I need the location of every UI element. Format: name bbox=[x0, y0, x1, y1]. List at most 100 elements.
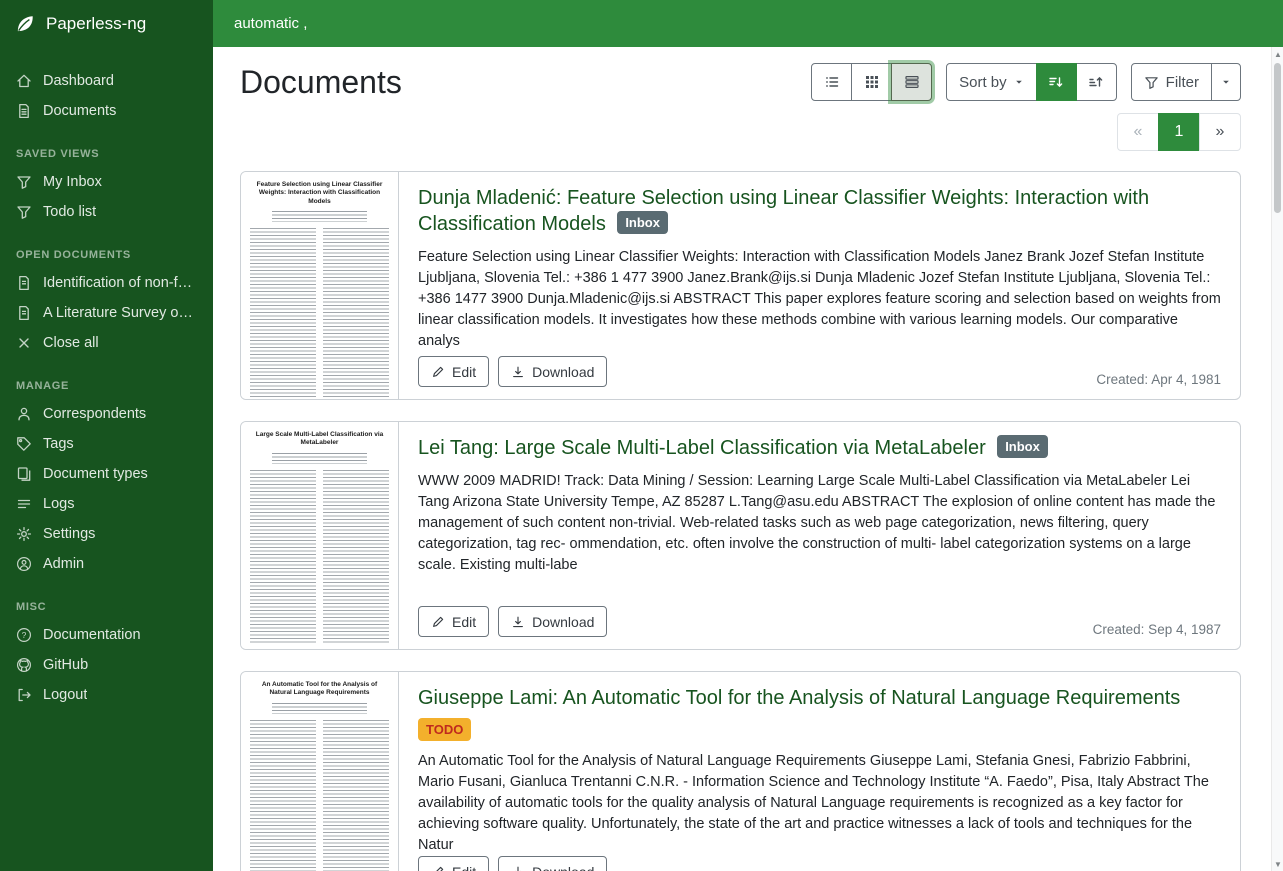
grid-view-button[interactable] bbox=[851, 63, 892, 101]
sidebar-item-label: GitHub bbox=[43, 657, 88, 673]
sidebar-item-my-inbox[interactable]: My Inbox bbox=[0, 167, 213, 197]
edit-button[interactable]: Edit bbox=[418, 856, 489, 871]
sidebar-item-tags[interactable]: Tags bbox=[0, 429, 213, 459]
pagination-next-button[interactable]: » bbox=[1199, 113, 1241, 151]
document-card-footer: Edit Download Created: Apr 4, 1981 bbox=[418, 356, 1221, 387]
document-actions: Edit Download bbox=[418, 356, 607, 387]
sidebar-item-settings[interactable]: Settings bbox=[0, 519, 213, 549]
sidebar-item-label: Admin bbox=[43, 556, 84, 572]
thumbnail-title: An Automatic Tool for the Analysis of Na… bbox=[252, 681, 387, 698]
pencil-icon bbox=[431, 615, 445, 629]
vertical-scrollbar[interactable]: ▲ ▼ bbox=[1271, 47, 1283, 871]
sidebar-item-label: Dashboard bbox=[43, 73, 114, 89]
sort-by-dropdown[interactable]: Sort by bbox=[946, 63, 1037, 101]
edit-label: Edit bbox=[452, 364, 476, 380]
document-title-link[interactable]: Giuseppe Lami: An Automatic Tool for the… bbox=[418, 687, 1180, 709]
pagination-previous-button[interactable]: « bbox=[1117, 113, 1159, 151]
document-card: Feature Selection using Linear Classifie… bbox=[240, 171, 1241, 400]
filter-label: Filter bbox=[1166, 74, 1199, 91]
sidebar-item-documentation[interactable]: ? Documentation bbox=[0, 620, 213, 650]
sidebar-section-heading: SAVED VIEWS bbox=[16, 148, 197, 160]
edit-button[interactable]: Edit bbox=[418, 606, 489, 637]
sort-alphabetical-button[interactable] bbox=[1076, 63, 1117, 101]
topbar: automatic , bbox=[213, 0, 1283, 47]
tag-badge-inbox[interactable]: Inbox bbox=[617, 211, 668, 234]
file-icon bbox=[16, 275, 32, 291]
sidebar-item-logs[interactable]: Logs bbox=[0, 489, 213, 519]
sort-direction-descending-button[interactable] bbox=[1036, 63, 1077, 101]
created-date: Created: Sep 4, 1987 bbox=[1093, 622, 1221, 637]
document-card: An Automatic Tool for the Analysis of Na… bbox=[240, 671, 1241, 871]
sidebar-item-github[interactable]: GitHub bbox=[0, 650, 213, 680]
thumbnail-text-lines bbox=[250, 470, 389, 645]
document-thumbnail[interactable]: Feature Selection using Linear Classifie… bbox=[241, 172, 399, 399]
document-title-row: Dunja Mladenić: Feature Selection using … bbox=[418, 185, 1221, 237]
sidebar-item-correspondents[interactable]: Correspondents bbox=[0, 399, 213, 429]
sidebar-open-document-1[interactable]: Identification of non-fu... bbox=[0, 268, 213, 298]
sidebar-item-close-all[interactable]: Close all bbox=[0, 328, 213, 358]
tag-badge-todo[interactable]: TODO bbox=[418, 718, 471, 741]
sidebar-open-document-2[interactable]: A Literature Survey on ... bbox=[0, 298, 213, 328]
page-title: Documents bbox=[240, 64, 402, 101]
created-date: Created: Apr 4, 1981 bbox=[1096, 372, 1221, 387]
app-root: Paperless-ng Dashboard Documents SAVED V… bbox=[0, 0, 1283, 871]
edit-button[interactable]: Edit bbox=[418, 356, 489, 387]
document-excerpt: Feature Selection using Linear Classifie… bbox=[418, 247, 1221, 352]
thumbnail-title: Feature Selection using Linear Classifie… bbox=[252, 181, 387, 206]
sidebar-item-admin[interactable]: Admin bbox=[0, 549, 213, 579]
pagination-page-1-button[interactable]: 1 bbox=[1158, 113, 1200, 151]
scrollbar-thumb[interactable] bbox=[1274, 63, 1281, 213]
sidebar-item-label: Tags bbox=[43, 436, 74, 452]
sidebar-item-todo-list[interactable]: Todo list bbox=[0, 197, 213, 227]
toolbar: Sort by bbox=[811, 63, 1241, 101]
sidebar-item-label: A Literature Survey on ... bbox=[43, 305, 197, 321]
thumbnail-text-lines bbox=[250, 720, 389, 871]
sidebar-item-documents[interactable]: Documents bbox=[0, 96, 213, 126]
scroll-up-arrow[interactable]: ▲ bbox=[1272, 48, 1283, 60]
document-thumbnail[interactable]: Large Scale Multi-Label Classification v… bbox=[241, 422, 399, 649]
stacked-files-icon bbox=[16, 466, 32, 482]
sidebar-item-logout[interactable]: Logout bbox=[0, 680, 213, 710]
sidebar-item-label: Logs bbox=[43, 496, 74, 512]
details-view-button[interactable] bbox=[891, 63, 932, 101]
search-input[interactable]: automatic , bbox=[213, 0, 1283, 47]
document-title-link[interactable]: Dunja Mladenić: Feature Selection using … bbox=[418, 187, 1149, 235]
document-excerpt: An Automatic Tool for the Analysis of Na… bbox=[418, 751, 1221, 856]
app-logo-link[interactable]: Paperless-ng bbox=[0, 0, 213, 48]
download-icon bbox=[511, 865, 525, 871]
filter-group: Filter bbox=[1131, 63, 1241, 101]
document-thumbnail[interactable]: An Automatic Tool for the Analysis of Na… bbox=[241, 672, 399, 871]
page-header: Documents bbox=[240, 63, 1241, 101]
filter-dropdown-toggle[interactable] bbox=[1211, 63, 1241, 101]
filter-button[interactable]: Filter bbox=[1131, 63, 1212, 101]
sidebar-item-label: Close all bbox=[43, 335, 99, 351]
download-icon bbox=[511, 365, 525, 379]
tag-icon bbox=[16, 436, 32, 452]
list-view-button[interactable] bbox=[811, 63, 852, 101]
download-button[interactable]: Download bbox=[498, 856, 607, 871]
grid-view-icon bbox=[864, 74, 880, 90]
edit-label: Edit bbox=[452, 864, 476, 871]
thumbnail-text-lines bbox=[250, 228, 389, 399]
download-button[interactable]: Download bbox=[498, 606, 607, 637]
main-content: Documents bbox=[213, 47, 1271, 871]
scroll-down-arrow[interactable]: ▼ bbox=[1272, 858, 1283, 870]
sidebar-item-dashboard[interactable]: Dashboard bbox=[0, 66, 213, 96]
document-actions: Edit Download bbox=[418, 606, 607, 637]
document-card-footer: Edit Download bbox=[418, 856, 1221, 871]
pencil-icon bbox=[431, 365, 445, 379]
download-button[interactable]: Download bbox=[498, 356, 607, 387]
sidebar-item-document-types[interactable]: Document types bbox=[0, 459, 213, 489]
close-icon bbox=[16, 335, 32, 351]
thumbnail-authors-lines bbox=[272, 453, 367, 464]
sidebar-item-label: Todo list bbox=[43, 204, 96, 220]
document-card: Large Scale Multi-Label Classification v… bbox=[240, 421, 1241, 650]
thumbnail-authors-lines bbox=[272, 211, 367, 222]
sidebar-item-label: Documentation bbox=[43, 627, 141, 643]
list-view-icon bbox=[824, 74, 840, 90]
sidebar-item-label: Correspondents bbox=[43, 406, 146, 422]
document-title-link[interactable]: Lei Tang: Large Scale Multi-Label Classi… bbox=[418, 437, 986, 459]
funnel-icon bbox=[16, 174, 32, 190]
tag-badge-inbox[interactable]: Inbox bbox=[997, 435, 1048, 458]
house-icon bbox=[16, 73, 32, 89]
